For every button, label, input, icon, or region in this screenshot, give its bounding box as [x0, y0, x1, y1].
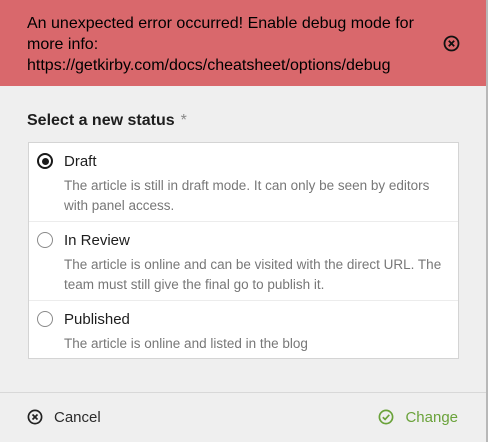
- option-title: Published: [64, 311, 130, 328]
- field-label-text: Select a new status: [27, 112, 175, 129]
- dialog-footer: Cancel Change: [0, 392, 486, 442]
- error-notification: An unexpected error occurred! Enable deb…: [0, 0, 486, 86]
- change-button[interactable]: Change: [378, 407, 458, 427]
- status-option-published[interactable]: Published The article is online and list…: [29, 301, 458, 358]
- radio-in-review[interactable]: [37, 232, 53, 248]
- close-circle-icon[interactable]: [443, 35, 460, 52]
- required-mark: *: [180, 112, 187, 129]
- option-description: The article is online and listed in the …: [64, 336, 308, 351]
- check-circle-icon: [379, 409, 394, 425]
- option-title: In Review: [64, 232, 130, 249]
- radio-draft[interactable]: [37, 153, 53, 169]
- field-label: Select a new status *: [27, 112, 187, 130]
- status-option-draft[interactable]: Draft The article is still in draft mode…: [29, 143, 458, 222]
- status-radio-group: Draft The article is still in draft mode…: [28, 142, 459, 359]
- option-title: Draft: [64, 153, 97, 170]
- option-description: The article is online and can be visited…: [64, 257, 442, 292]
- change-label: Change: [405, 408, 458, 426]
- radio-published[interactable]: [37, 311, 53, 327]
- cancel-label: Cancel: [54, 408, 101, 426]
- status-option-in-review[interactable]: In Review The article is online and can …: [29, 222, 458, 301]
- error-message: An unexpected error occurred! Enable deb…: [27, 15, 414, 74]
- cancel-button[interactable]: Cancel: [27, 407, 101, 427]
- cancel-circle-icon: [27, 409, 43, 425]
- option-description: The article is still in draft mode. It c…: [64, 178, 430, 213]
- status-dialog: An unexpected error occurred! Enable deb…: [0, 0, 486, 442]
